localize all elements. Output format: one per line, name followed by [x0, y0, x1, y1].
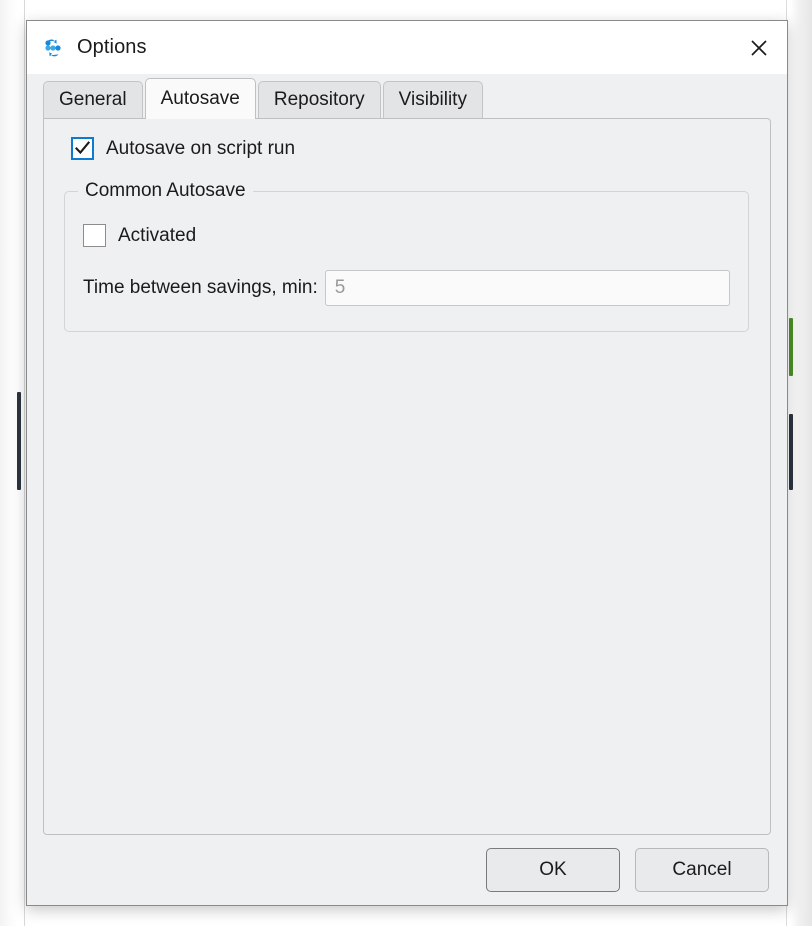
cancel-button[interactable]: Cancel [635, 848, 769, 892]
tab-autosave-label: Autosave [160, 88, 240, 109]
tab-general-label: General [59, 89, 127, 110]
time-between-savings-label: Time between savings, min: [83, 277, 318, 298]
time-between-savings-row: Time between savings, min: [83, 270, 730, 306]
close-icon [751, 39, 767, 56]
tab-repository-label: Repository [273, 89, 365, 110]
background-dark-strip-right [789, 414, 793, 490]
tab-general[interactable]: General [43, 81, 143, 118]
checkmark-icon [75, 141, 91, 155]
dialog-footer: OK Cancel [27, 835, 787, 905]
page-title: Options [77, 36, 147, 58]
activated-checkbox[interactable] [83, 224, 106, 247]
tab-visibility[interactable]: Visibility [382, 81, 483, 118]
activated-label: Activated [118, 224, 197, 246]
time-between-savings-input[interactable] [324, 270, 730, 306]
autosave-on-script-run-row[interactable]: Autosave on script run [71, 137, 756, 160]
close-button[interactable] [731, 21, 787, 74]
common-autosave-group-title: Common Autosave [78, 180, 253, 202]
tab-autosave[interactable]: Autosave [144, 78, 256, 119]
ok-button[interactable]: OK [486, 848, 620, 892]
sync-dots-icon [41, 36, 65, 60]
common-autosave-group: Common Autosave Activated Time between s… [64, 180, 749, 332]
autosave-on-script-run-label: Autosave on script run [106, 137, 296, 159]
tab-strip: General Autosave Repository Visibility [43, 74, 787, 119]
tab-visibility-label: Visibility [398, 89, 467, 110]
autosave-on-script-run-checkbox[interactable] [71, 137, 94, 160]
background-window-left-edge [24, 0, 25, 926]
activated-row[interactable]: Activated [83, 224, 730, 247]
autosave-tab-panel: Autosave on script run Common Autosave A… [43, 118, 771, 835]
options-dialog: Options General Autosave Repository Visi… [26, 20, 788, 906]
tab-repository[interactable]: Repository [257, 81, 381, 118]
title-bar: Options [27, 21, 787, 74]
background-dark-strip-left [17, 392, 21, 490]
background-green-strip-right [789, 318, 793, 376]
